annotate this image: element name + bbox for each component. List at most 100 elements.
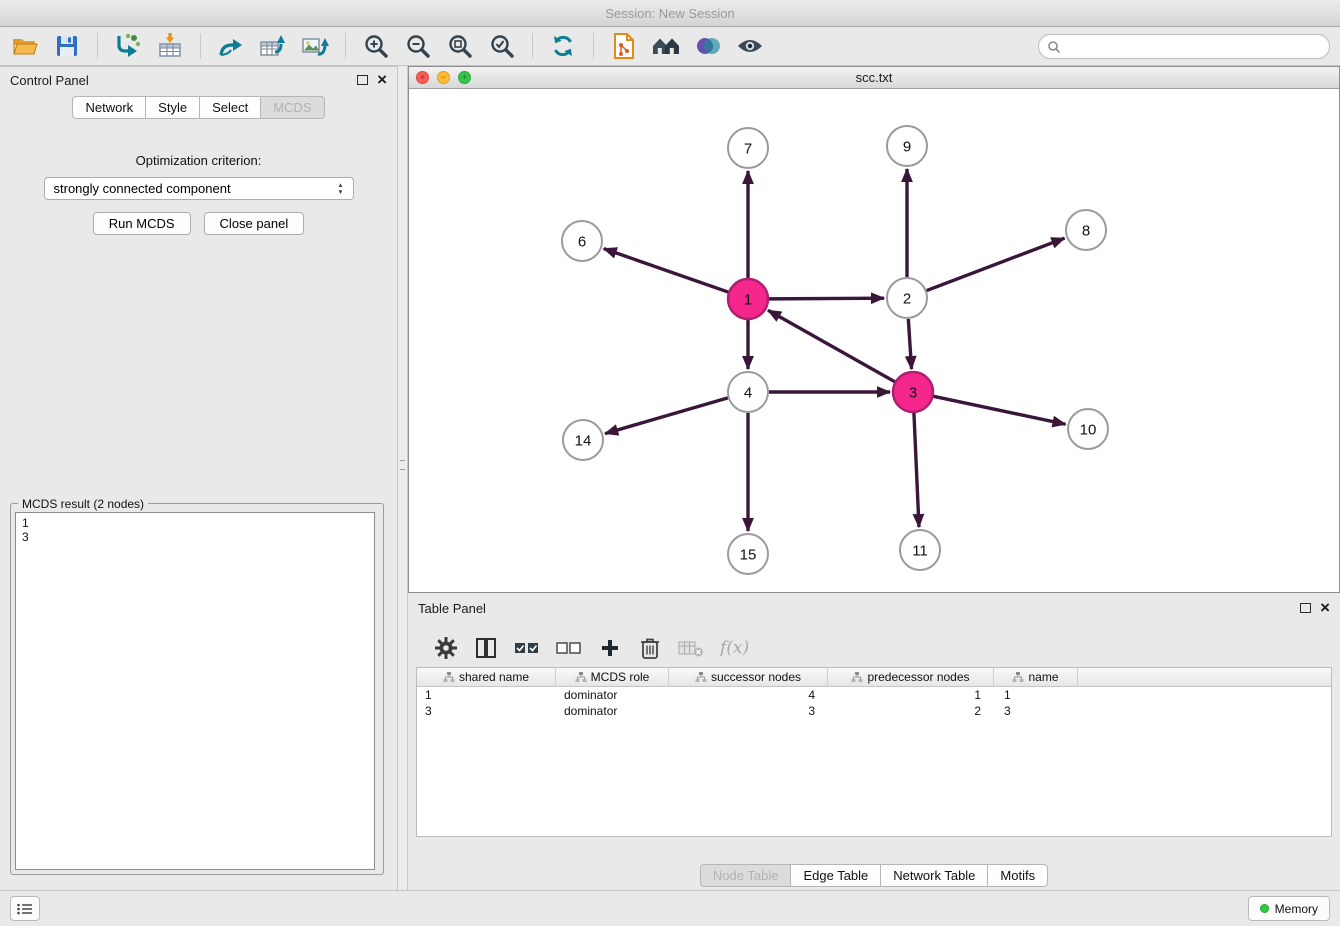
graph-node-6[interactable]: 6 — [562, 221, 602, 261]
cell-shared-name[interactable]: 3 — [417, 703, 556, 719]
graph-node-7[interactable]: 7 — [728, 128, 768, 168]
refresh-button[interactable] — [546, 31, 580, 61]
save-session-button[interactable] — [50, 31, 84, 61]
graph-node-4[interactable]: 4 — [728, 372, 768, 412]
graph-node-14[interactable]: 14 — [563, 420, 603, 460]
criterion-dropdown[interactable]: strongly connected component ▲▼ — [44, 177, 354, 200]
style-button[interactable] — [691, 31, 725, 61]
edge-4-14[interactable] — [605, 398, 728, 434]
zoom-fit-button[interactable] — [443, 31, 477, 61]
close-table-panel-icon[interactable]: × — [1320, 601, 1330, 615]
graph-node-8[interactable]: 8 — [1066, 210, 1106, 250]
edge-1-2[interactable] — [769, 298, 884, 299]
mcds-result-list[interactable]: 1 3 — [15, 512, 375, 870]
tab-network-table[interactable]: Network Table — [881, 864, 988, 887]
export-table-button[interactable] — [256, 31, 290, 61]
edge-3-10[interactable] — [934, 396, 1066, 424]
control-panel-header: Control Panel × — [0, 67, 397, 93]
network-window: × − + scc.txt 7 9 6 8 1 2 4 3 14 10 15 11 — [408, 66, 1340, 593]
graph-node-9[interactable]: 9 — [887, 126, 927, 166]
tab-select[interactable]: Select — [200, 96, 261, 119]
column-type-icon — [443, 671, 455, 683]
open-session-button[interactable] — [8, 31, 42, 61]
column-header-shared-name[interactable]: shared name — [417, 668, 556, 686]
panel-splitter[interactable] — [397, 66, 408, 890]
toolbar-separator — [345, 33, 346, 59]
task-history-button[interactable] — [10, 896, 40, 921]
show-columns-button[interactable] — [474, 634, 498, 662]
table-row[interactable]: 1 dominator 4 1 1 — [417, 687, 1331, 703]
close-window-icon[interactable]: × — [416, 71, 429, 84]
zoom-selected-button[interactable] — [485, 31, 519, 61]
column-header-predecessor-nodes[interactable]: predecessor nodes — [828, 668, 994, 686]
network-file-button[interactable] — [607, 31, 641, 61]
import-network-icon — [115, 33, 141, 59]
save-icon — [56, 35, 78, 57]
minimize-window-icon[interactable]: − — [437, 71, 450, 84]
close-panel-button[interactable]: Close panel — [204, 212, 305, 235]
home-button[interactable] — [649, 31, 683, 61]
trash-icon — [640, 636, 660, 660]
unselect-all-columns-button[interactable] — [556, 634, 582, 662]
column-header-successor-nodes[interactable]: successor nodes — [669, 668, 828, 686]
graph-node-2[interactable]: 2 — [887, 278, 927, 318]
maximize-window-icon[interactable]: + — [458, 71, 471, 84]
export-image-button[interactable] — [298, 31, 332, 61]
column-header-mcds-role[interactable]: MCDS role — [556, 668, 669, 686]
graph-node-10[interactable]: 10 — [1068, 409, 1108, 449]
create-column-button[interactable] — [598, 634, 622, 662]
float-table-panel-icon[interactable] — [1300, 603, 1311, 613]
memory-button[interactable]: Memory — [1248, 896, 1330, 921]
column-header-name[interactable]: name — [994, 668, 1078, 686]
graph-node-1[interactable]: 1 — [728, 279, 768, 319]
network-canvas[interactable]: 7 9 6 8 1 2 4 3 14 10 15 11 — [409, 89, 1339, 592]
graph-node-15[interactable]: 15 — [728, 534, 768, 574]
zoom-in-button[interactable] — [359, 31, 393, 61]
graph-node-11[interactable]: 11 — [900, 530, 940, 570]
edge-3-1[interactable] — [768, 310, 895, 381]
cell-name[interactable]: 1 — [994, 687, 1078, 703]
float-panel-icon[interactable] — [357, 75, 368, 85]
cell-name[interactable]: 3 — [994, 703, 1078, 719]
cell-mcds-role[interactable]: dominator — [556, 687, 669, 703]
table-panel-title: Table Panel — [418, 601, 486, 616]
tab-network[interactable]: Network — [72, 96, 146, 119]
run-mcds-button[interactable]: Run MCDS — [93, 212, 191, 235]
import-table-button[interactable] — [153, 31, 187, 61]
cell-shared-name[interactable]: 1 — [417, 687, 556, 703]
edge-2-8[interactable] — [927, 238, 1065, 290]
graph-node-3[interactable]: 3 — [893, 372, 933, 412]
cell-predecessor-nodes[interactable]: 2 — [828, 703, 994, 719]
zoom-out-button[interactable] — [401, 31, 435, 61]
network-window-titlebar[interactable]: × − + scc.txt — [409, 67, 1339, 89]
export-network-button[interactable] — [214, 31, 248, 61]
edge-3-11[interactable] — [914, 413, 919, 527]
cell-successor-nodes[interactable]: 4 — [669, 687, 828, 703]
function-builder-button: f(x) — [720, 634, 749, 662]
close-panel-icon[interactable]: × — [377, 73, 387, 87]
column-type-icon — [575, 671, 587, 683]
select-all-columns-button[interactable] — [514, 634, 540, 662]
import-network-button[interactable] — [111, 31, 145, 61]
cell-mcds-role[interactable]: dominator — [556, 703, 669, 719]
tab-style[interactable]: Style — [146, 96, 200, 119]
zoom-selected-icon — [489, 33, 515, 59]
toolbar-separator — [200, 33, 201, 59]
cell-successor-nodes[interactable]: 3 — [669, 703, 828, 719]
search-input[interactable] — [1067, 39, 1321, 54]
import-table-icon — [157, 33, 183, 59]
tab-node-table[interactable]: Node Table — [700, 864, 792, 887]
cell-predecessor-nodes[interactable]: 1 — [828, 687, 994, 703]
table-settings-button[interactable] — [434, 634, 458, 662]
show-graphics-button[interactable] — [733, 31, 767, 61]
tab-mcds[interactable]: MCDS — [261, 96, 324, 119]
table-row[interactable]: 3 dominator 3 2 3 — [417, 703, 1331, 719]
delete-column-button[interactable] — [638, 634, 662, 662]
tab-edge-table[interactable]: Edge Table — [791, 864, 881, 887]
column-type-icon — [1012, 671, 1024, 683]
tab-motifs[interactable]: Motifs — [988, 864, 1048, 887]
criterion-dropdown-value: strongly connected component — [54, 181, 231, 196]
edge-1-6[interactable] — [604, 249, 728, 292]
edge-2-3[interactable] — [908, 319, 911, 369]
toolbar-separator — [532, 33, 533, 59]
